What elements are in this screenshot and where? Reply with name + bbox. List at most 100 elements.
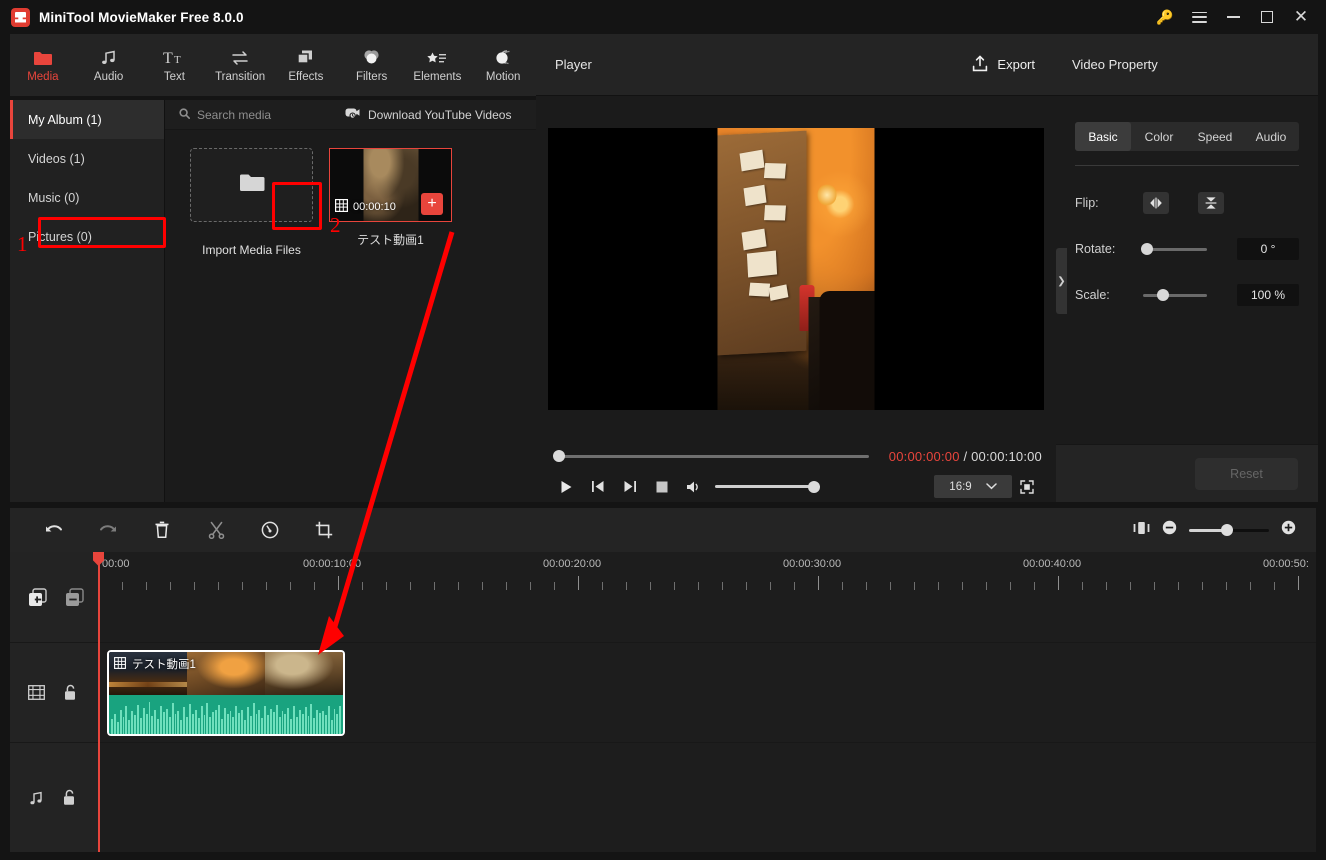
ruler-tick-minor [290, 582, 291, 590]
toolbar-item-text[interactable]: TT Text [142, 34, 208, 96]
video-track-lane[interactable]: テスト動画1 [98, 642, 1316, 742]
zoom-slider[interactable] [1189, 524, 1269, 536]
stop-icon[interactable] [646, 472, 678, 502]
tab-audio[interactable]: Audio [1243, 122, 1299, 151]
toolbar-item-audio[interactable]: Audio [76, 34, 142, 96]
scale-slider[interactable] [1143, 289, 1207, 301]
volume-slider[interactable] [715, 480, 820, 493]
zoom-to-fit-icon[interactable] [1133, 521, 1150, 540]
scale-value[interactable]: 100 % [1237, 284, 1299, 306]
waveform-bar [194, 709, 197, 734]
crop-button[interactable] [308, 515, 340, 545]
toolbar-item-media[interactable]: Media [10, 34, 76, 96]
search-input[interactable]: Search media [165, 106, 345, 124]
media-thumbnail[interactable]: 00:00:10 + [329, 148, 452, 222]
unlock-icon[interactable] [62, 789, 76, 806]
seek-slider[interactable] [553, 450, 869, 462]
export-upload-icon [972, 55, 988, 75]
waveform-bar [293, 705, 295, 734]
import-drop-zone[interactable] [190, 148, 313, 222]
volume-knob[interactable] [808, 480, 820, 493]
download-youtube-videos-button[interactable]: Download YouTube Videos [345, 106, 511, 124]
fullscreen-icon[interactable] [1012, 474, 1042, 500]
timeline-ruler[interactable]: 00:00 00:00:10:00 00:00:20:00 00:00:30:0… [98, 552, 1316, 600]
next-frame-icon[interactable] [614, 472, 646, 502]
play-icon[interactable] [550, 472, 582, 502]
toolbar-item-transition[interactable]: Transition [207, 34, 273, 96]
motion-sphere-icon [494, 47, 513, 66]
delete-button[interactable] [146, 515, 178, 545]
rotate-slider[interactable] [1141, 243, 1207, 255]
waveform-bar [160, 705, 163, 734]
sidebar-item-pictures[interactable]: Pictures (0) [10, 217, 164, 256]
toolbar-item-motion[interactable]: Motion [470, 34, 536, 96]
waveform-bar [157, 719, 160, 734]
waveform-bar [191, 713, 194, 734]
maximize-icon[interactable] [1250, 0, 1284, 34]
flip-vertical-icon[interactable] [1198, 192, 1224, 214]
ruler-tick-minor [554, 582, 555, 590]
waveform-bar [145, 713, 148, 734]
import-media-files-button[interactable]: Import Media Files [190, 238, 313, 262]
toolbar-item-filters[interactable]: Filters [339, 34, 405, 96]
toolbar-item-elements[interactable]: Elements [405, 34, 471, 96]
timeline-zoom-controls [1133, 520, 1316, 540]
add-to-timeline-button[interactable]: + [421, 193, 443, 215]
unlock-icon[interactable] [63, 684, 77, 701]
toolbar-item-effects[interactable]: Effects [273, 34, 339, 96]
scale-knob[interactable] [1157, 289, 1169, 301]
waveform-bar [267, 715, 269, 734]
zoom-slider-knob[interactable] [1221, 524, 1233, 536]
sidebar-item-music[interactable]: Music (0) [10, 178, 164, 217]
waveform-bar [189, 704, 191, 734]
ruler-tick-minor [386, 582, 387, 590]
ruler-tick-minor [1130, 582, 1131, 590]
waveform-bar [319, 712, 322, 734]
ruler-tick-major [578, 576, 579, 590]
timeline-clip[interactable]: テスト動画1 [107, 650, 345, 736]
split-button[interactable] [200, 515, 232, 545]
flip-horizontal-icon[interactable] [1143, 192, 1169, 214]
minimize-icon[interactable] [1216, 0, 1250, 34]
toolbar-label: Audio [93, 71, 124, 83]
rotate-value[interactable]: 0 ° [1237, 238, 1299, 260]
ruler-tick-minor [626, 582, 627, 590]
sidebar-item-my-album[interactable]: My Album (1) [10, 100, 164, 139]
media-item[interactable]: 00:00:10 + テスト動画1 [329, 148, 452, 262]
waveform-bar [246, 707, 249, 734]
redo-button[interactable] [92, 515, 124, 545]
hamburger-menu-icon[interactable] [1182, 0, 1216, 34]
seek-knob[interactable] [553, 450, 565, 462]
chevron-right-icon[interactable]: ❯ [1056, 248, 1067, 314]
add-track-icon[interactable] [28, 587, 47, 607]
volume-icon[interactable] [678, 472, 710, 502]
key-icon[interactable]: 🔑 [1148, 0, 1182, 34]
tab-speed[interactable]: Speed [1187, 122, 1243, 151]
youtube-label: Download YouTube Videos [368, 107, 512, 122]
undo-button[interactable] [38, 515, 70, 545]
ruler-label: 00:00 [102, 558, 130, 570]
remove-track-icon[interactable] [65, 587, 84, 607]
reset-button[interactable]: Reset [1195, 458, 1298, 490]
previous-frame-icon[interactable] [582, 472, 614, 502]
waveform-bar [264, 706, 267, 734]
sidebar-item-videos[interactable]: Videos (1) [10, 139, 164, 178]
media-search-row: Search media Download YouTube Videos [165, 100, 536, 130]
speed-button[interactable] [254, 515, 286, 545]
zoom-out-icon[interactable] [1162, 520, 1177, 540]
export-button[interactable]: Export [964, 49, 1043, 81]
zoom-in-icon[interactable] [1281, 520, 1296, 540]
tab-color[interactable]: Color [1131, 122, 1187, 151]
close-icon[interactable]: ✕ [1284, 0, 1318, 34]
video-preview[interactable] [548, 127, 1044, 410]
audio-track-lane[interactable] [98, 742, 1316, 852]
aspect-ratio-select[interactable]: 16:9 [934, 475, 1012, 498]
rotate-knob[interactable] [1141, 243, 1153, 255]
waveform-bar [203, 715, 206, 734]
waveform-bar [226, 714, 229, 734]
ruler-tick-minor [722, 582, 723, 590]
video-track-header [10, 642, 98, 742]
ruler-tick-minor [650, 582, 651, 590]
playhead[interactable] [93, 552, 104, 852]
tab-basic[interactable]: Basic [1075, 122, 1131, 151]
